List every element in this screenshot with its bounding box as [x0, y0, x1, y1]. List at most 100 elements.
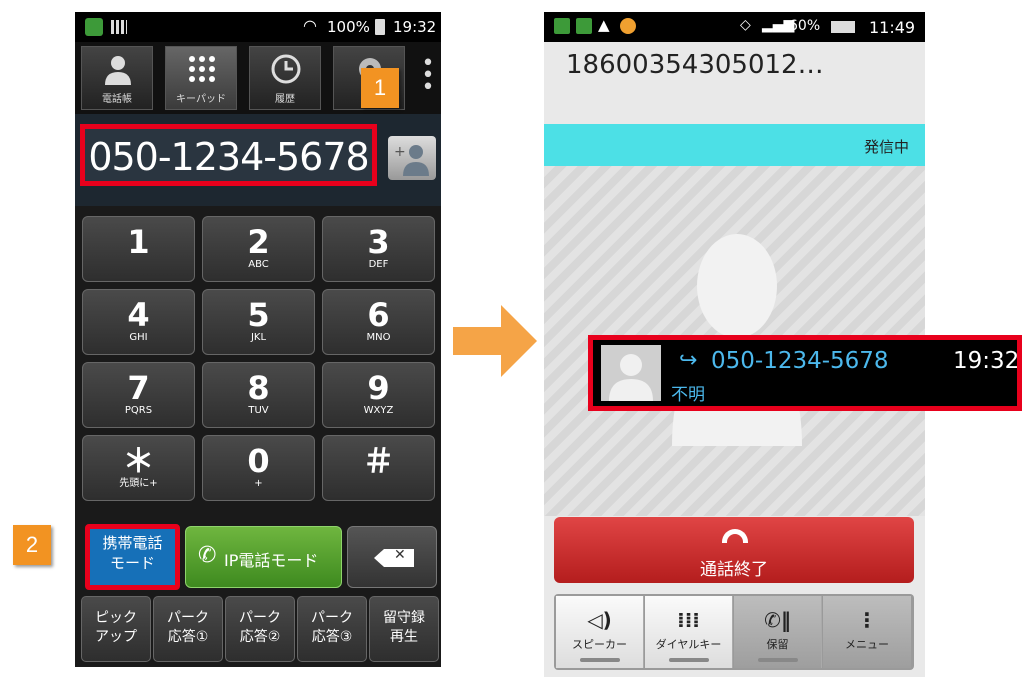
- btn-line2: 応答③: [311, 629, 353, 645]
- voicemail-play-button[interactable]: 留守録 再生: [369, 596, 439, 662]
- key-3[interactable]: 3 DEF: [322, 216, 435, 282]
- btn-line1: パーク: [311, 610, 353, 626]
- avatar: [601, 345, 661, 401]
- key-letters: +: [254, 478, 263, 489]
- key-4[interactable]: 4 GHI: [82, 289, 195, 355]
- key-letters: TUV: [248, 405, 269, 416]
- mobile-mode-label-2: モード: [109, 554, 155, 572]
- key-letters: PQRS: [124, 405, 153, 416]
- battery-percent: 60%: [789, 18, 821, 34]
- tab-label: 電話帳: [102, 94, 132, 105]
- step-badge-1: 1: [361, 68, 399, 108]
- clock-icon: [271, 54, 301, 84]
- dialed-number-box: 050-1234-5678: [80, 124, 377, 186]
- key-1[interactable]: 1: [82, 216, 195, 282]
- key-digit: ＊: [122, 442, 155, 480]
- hold-icon: ✆‖: [764, 608, 791, 632]
- dialed-number: 050-1234-5678: [88, 135, 369, 179]
- ip-mode-label: IP電話モード: [224, 551, 319, 570]
- rotate-icon: ◇: [740, 17, 751, 33]
- pickup-button[interactable]: ピック アップ: [81, 596, 151, 662]
- key-digit: 6: [367, 296, 390, 334]
- app-notification-icon: [576, 18, 592, 34]
- dialpad-button[interactable]: ⁞⁞⁞ ダイヤルキー: [645, 596, 733, 668]
- speaker-button[interactable]: ◁) スピーカー: [556, 596, 644, 668]
- control-label: メニュー: [845, 638, 889, 651]
- popup-number: 050-1234-5678: [711, 348, 889, 374]
- calling-status: 発信中: [863, 138, 909, 156]
- backspace-button[interactable]: ✕: [347, 526, 437, 588]
- popup-time: 19:32: [953, 348, 1020, 374]
- key-digit: 3: [367, 223, 390, 261]
- speaker-mute-icon: ◁): [587, 608, 612, 632]
- key-digit: 7: [127, 369, 150, 407]
- key-digit: 2: [247, 223, 270, 261]
- key-digit: 9: [367, 369, 390, 407]
- status-bar: ◠ 100% 19:32: [75, 12, 441, 42]
- menu-button[interactable]: ⋮ メニュー: [823, 596, 911, 668]
- overflow-menu-icon[interactable]: • • •: [421, 53, 435, 99]
- key-letters: MNO: [366, 332, 391, 343]
- key-letters: ABC: [248, 259, 269, 270]
- park-answer-2-button[interactable]: パーク応答②: [225, 596, 295, 662]
- toggle-indicator: [758, 658, 798, 662]
- tab-label: キーパッド: [176, 94, 226, 105]
- close-icon: ✕: [394, 547, 406, 563]
- btn-line2: 再生: [390, 629, 418, 645]
- tab-history[interactable]: 履歴: [249, 46, 321, 110]
- step-badge-2: 2: [13, 525, 51, 565]
- barcode-icon: [111, 20, 127, 34]
- key-star[interactable]: ＊先頭に+: [82, 435, 195, 501]
- key-2[interactable]: 2 ABC: [202, 216, 315, 282]
- hang-up-icon: [722, 529, 748, 543]
- outgoing-call-icon: ↪: [679, 348, 698, 373]
- toggle-indicator: [580, 658, 620, 662]
- status-time: 19:32: [393, 18, 437, 36]
- key-digit: 4: [127, 296, 150, 334]
- end-call-button[interactable]: 通話終了: [554, 517, 914, 583]
- key-digit: 8: [247, 369, 270, 407]
- number-display-bar: 050-1234-5678 +: [75, 114, 441, 206]
- control-label: スピーカー: [572, 638, 627, 651]
- calling-status-bar: 発信中: [544, 124, 925, 166]
- btn-line2: 応答②: [239, 629, 281, 645]
- status-bar: ▲ ◇ ▂▄▆ 60% 11:49: [544, 12, 925, 42]
- toggle-indicator: [669, 658, 709, 662]
- key-5[interactable]: 5 JKL: [202, 289, 315, 355]
- warning-icon: ▲: [598, 16, 610, 34]
- mobile-mode-button[interactable]: 携帯電話 モード: [85, 524, 180, 590]
- key-hash[interactable]: ＃: [322, 435, 435, 501]
- phone-icon: ✆: [198, 543, 217, 568]
- park-answer-3-button[interactable]: パーク応答③: [297, 596, 367, 662]
- tab-contacts[interactable]: 電話帳: [81, 46, 153, 110]
- add-contact-button[interactable]: +: [388, 136, 436, 180]
- park-answer-1-button[interactable]: パーク 応答①: [153, 596, 223, 662]
- caller-number: 18600354305012…: [566, 50, 824, 80]
- app-notification-icon: [85, 18, 103, 36]
- key-8[interactable]: 8 TUV: [202, 362, 315, 428]
- dialpad-icon: ⁞⁞⁞: [677, 608, 700, 632]
- hold-button[interactable]: ✆‖ 保留: [734, 596, 822, 668]
- function-row: ピック アップ パーク 応答① パーク応答② パーク応答③ 留守録再生: [75, 596, 441, 666]
- ip-mode-button[interactable]: ✆ IP電話モード: [185, 526, 342, 588]
- call-info-popup[interactable]: ↪ 050-1234-5678 19:32 不明: [588, 335, 1022, 411]
- key-digit: 5: [247, 296, 270, 334]
- key-7[interactable]: 7 PQRS: [82, 362, 195, 428]
- key-letters: 先頭に+: [119, 478, 158, 489]
- key-digit: ＃: [362, 442, 395, 480]
- add-contact-icon: +: [394, 144, 429, 176]
- left-phone-screen: ◠ 100% 19:32 電話帳 キーパッド 履歴 • • • 050-1234…: [75, 12, 441, 667]
- key-letters: JKL: [250, 332, 267, 343]
- btn-line1: 留守録: [383, 610, 425, 626]
- svg-text:+: +: [394, 144, 406, 160]
- battery-icon: [375, 19, 385, 35]
- key-0[interactable]: 0 +: [202, 435, 315, 501]
- btn-line1: パーク: [239, 610, 281, 626]
- key-9[interactable]: 9 WXYZ: [322, 362, 435, 428]
- mobile-mode-label-1: 携帯電話: [102, 534, 163, 552]
- key-6[interactable]: 6 MNO: [322, 289, 435, 355]
- control-label: 保留: [766, 638, 789, 651]
- tab-keypad[interactable]: キーパッド: [165, 46, 237, 110]
- key-digit: 1: [127, 223, 150, 261]
- call-controls: ◁) スピーカー ⁞⁞⁞ ダイヤルキー ✆‖ 保留 ⋮ メニュー: [554, 594, 914, 670]
